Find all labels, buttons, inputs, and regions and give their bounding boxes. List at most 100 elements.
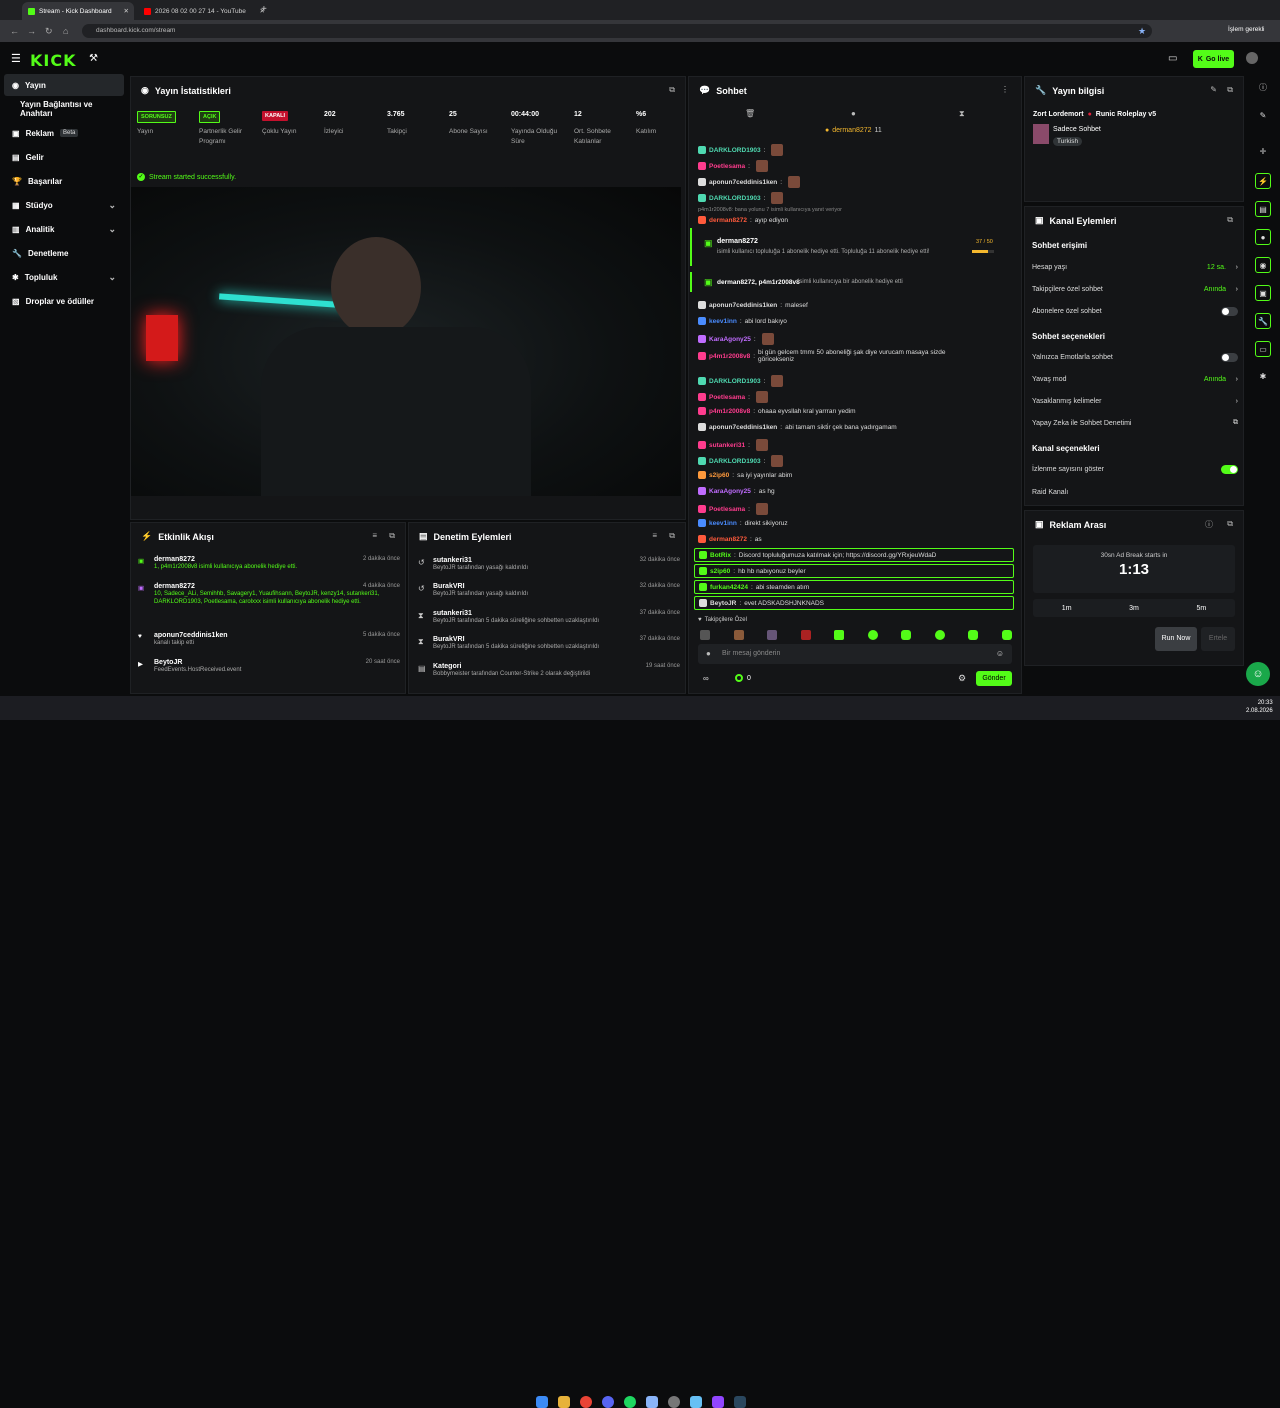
ad-icon[interactable]: ▭ — [1255, 341, 1271, 357]
snooze-button[interactable]: Ertele — [1201, 627, 1235, 651]
chat-username[interactable]: sutankeri31 — [709, 442, 745, 449]
discord-icon[interactable] — [602, 1396, 614, 1408]
emote[interactable] — [800, 630, 811, 640]
duration-5m[interactable]: 5m — [1196, 605, 1206, 612]
chat-username[interactable]: aponun7ceddinis1ken — [709, 179, 777, 186]
emote[interactable] — [1001, 630, 1012, 640]
steam-app-icon[interactable] — [734, 1396, 746, 1408]
points-icon[interactable]: ∞ — [703, 674, 709, 683]
chat-username[interactable]: KaraAgony25 — [709, 488, 751, 495]
chat-username[interactable]: DARKLORD1903 — [709, 195, 761, 202]
chat-username[interactable]: derman8272 — [709, 217, 747, 224]
chat-username[interactable]: Poetlesama — [709, 506, 745, 513]
chat-username[interactable]: s2ip60 — [710, 568, 730, 575]
chat-username[interactable]: p4m1r2008v8 — [709, 408, 750, 415]
chat-username[interactable]: Poetlesama — [709, 394, 745, 401]
menu-icon[interactable]: ☰ — [11, 52, 21, 65]
windows-start-icon[interactable] — [536, 1396, 548, 1408]
trash-icon[interactable]: 🗑 — [745, 109, 755, 118]
sidebar-item-achievements[interactable]: 🏆 Başarılar — [4, 170, 124, 192]
sidebar-item-revenue[interactable]: ▤ Gelir — [4, 146, 124, 168]
app-icon[interactable] — [646, 1396, 658, 1408]
popout-icon[interactable]: ⧉ — [389, 531, 395, 541]
sidebar-item-analytics[interactable]: ▥ Analitik ⌄ — [4, 218, 124, 240]
popout-icon[interactable]: ⧉ — [669, 85, 675, 95]
emote[interactable] — [867, 630, 878, 640]
reload-icon[interactable]: ↻ — [45, 25, 53, 37]
emoji-icon[interactable]: ☺ — [996, 649, 1004, 658]
emotes-only-toggle[interactable] — [1221, 352, 1238, 362]
chat-icon[interactable]: ● — [1255, 229, 1271, 245]
duration-3m[interactable]: 3m — [1129, 605, 1139, 612]
info-icon[interactable]: ⓘ — [1205, 519, 1213, 530]
emote[interactable] — [901, 630, 912, 640]
setting-raid[interactable]: Raid Kanalı — [1032, 486, 1238, 498]
kick-logo[interactable]: KICK — [30, 51, 77, 70]
run-now-button[interactable]: Run Now — [1155, 627, 1197, 651]
popout-icon[interactable]: ⧉ — [1227, 519, 1233, 529]
subs-only-toggle[interactable] — [1221, 306, 1238, 316]
chat-username[interactable]: aponun7ceddinis1ken — [709, 302, 777, 309]
stream-preview[interactable] — [131, 187, 681, 496]
chat-username[interactable]: DARKLORD1903 — [709, 147, 761, 154]
show-viewers-toggle[interactable] — [1221, 464, 1238, 474]
sidebar-item-drops[interactable]: ▧ Droplar ve ödüller — [4, 290, 124, 312]
emote[interactable] — [934, 630, 945, 640]
clock[interactable]: 20:33 2.08.2026 — [1246, 699, 1273, 715]
broadcast-icon[interactable]: ◉ — [1255, 257, 1271, 273]
emote[interactable] — [733, 630, 744, 640]
obs-icon[interactable] — [668, 1396, 680, 1408]
document-icon[interactable]: ▤ — [1255, 201, 1271, 217]
setting-account-age[interactable]: Hesap yaşı 12 sa. › — [1032, 261, 1238, 273]
url-input[interactable]: dashboard.kick.com/stream — [82, 24, 1152, 38]
home-icon[interactable]: ⌂ — [63, 25, 68, 37]
emote[interactable] — [700, 630, 710, 640]
popout-icon[interactable]: ⧉ — [669, 531, 675, 541]
sidebar-item-moderation[interactable]: 🔧 Denetleme — [4, 242, 124, 264]
settings-icon[interactable]: ⚙ — [958, 673, 966, 684]
sidebar-item-stream[interactable]: ◉ Yayın — [4, 74, 124, 96]
chat-username[interactable]: BotRix — [710, 552, 731, 559]
chat-input[interactable]: ● Bir mesaj gönderin ☺ — [698, 644, 1012, 664]
filter-icon[interactable]: ≡ — [652, 531, 657, 540]
edit-icon[interactable]: ✎ — [1255, 108, 1271, 124]
send-button[interactable]: Gönder — [976, 671, 1012, 686]
twitch-icon[interactable] — [712, 1396, 724, 1408]
edit-icon[interactable]: ✎ — [1210, 85, 1217, 94]
setting-ai-moderation[interactable]: Yapay Zeka ile Sohbet Denetimi ⧉ — [1032, 417, 1238, 429]
chat-username[interactable]: aponun7ceddinis1ken — [709, 424, 777, 431]
wrench-icon[interactable]: 🔧 — [1255, 313, 1271, 329]
chat-bubble-icon[interactable]: ● — [851, 109, 856, 118]
sidebar-item-ads[interactable]: ▣ Reklam Beta — [4, 122, 124, 144]
setting-banned-words[interactable]: Yasaklanmış kelimeler › — [1032, 395, 1238, 407]
hammer-icon[interactable]: ⚒ — [89, 53, 98, 64]
chat-username[interactable]: furkan42424 — [710, 584, 748, 591]
chat-username[interactable]: keev1inn — [709, 318, 737, 325]
popout-icon[interactable]: ⧉ — [1227, 215, 1233, 225]
more-icon[interactable]: ⋮ — [1001, 85, 1009, 94]
chat-username[interactable]: KaraAgony25 — [709, 336, 751, 343]
steam-icon[interactable] — [690, 1396, 702, 1408]
profile-label[interactable]: İşlem gerekli — [1228, 26, 1264, 33]
chat-username[interactable]: DARKLORD1903 — [709, 458, 761, 465]
emote[interactable] — [834, 630, 845, 640]
tab-youtube[interactable]: 2026 08 02 00 27 14 - YouTube ✕ — [138, 2, 270, 20]
bookmark-star-icon[interactable]: ★ — [1138, 25, 1146, 37]
lightning-icon[interactable]: ⚡ — [1255, 173, 1271, 189]
setting-followers-only[interactable]: Takipçilere özel sohbet Anında › — [1032, 283, 1238, 295]
close-icon[interactable]: ✕ — [124, 7, 129, 15]
info-icon[interactable]: ⓘ — [1255, 80, 1271, 96]
sidebar-item-studio[interactable]: ▦ Stüdyo ⌄ — [4, 194, 124, 216]
filter-icon[interactable]: ≡ — [372, 531, 377, 540]
help-chat-icon[interactable]: ☺ — [1246, 662, 1270, 686]
emote[interactable] — [767, 630, 778, 640]
new-tab-icon[interactable]: + — [261, 4, 267, 15]
wallet-icon[interactable]: ▭ — [1168, 53, 1177, 64]
emote[interactable] — [968, 630, 979, 640]
chat-username[interactable]: derman8272 — [709, 536, 747, 543]
back-icon[interactable]: ← — [10, 25, 19, 37]
chrome-icon[interactable] — [580, 1396, 592, 1408]
chat-username[interactable]: DARKLORD1903 — [709, 378, 761, 385]
spotify-icon[interactable] — [624, 1396, 636, 1408]
file-explorer-icon[interactable] — [558, 1396, 570, 1408]
